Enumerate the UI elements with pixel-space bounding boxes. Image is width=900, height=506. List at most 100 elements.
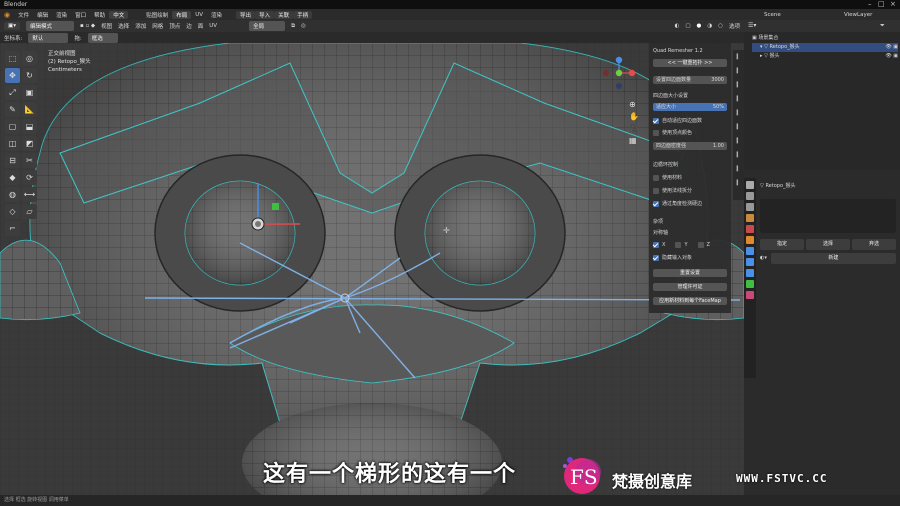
loop-cut-icon[interactable]: ⊟ xyxy=(5,153,20,168)
use-materials-checkbox[interactable]: 使用材料 xyxy=(653,174,727,182)
shrink-icon[interactable]: ◇ xyxy=(5,204,20,219)
remesh-button[interactable]: << 一键重拓扑 >> xyxy=(653,59,727,67)
menu-render[interactable]: 渲染 xyxy=(52,11,71,19)
menu-help[interactable]: 帮助 xyxy=(90,11,109,19)
deselect-button[interactable]: 弃选 xyxy=(852,239,896,250)
ortho-grid-icon[interactable]: ▦ xyxy=(629,135,639,147)
move-icon[interactable]: ✥ xyxy=(5,68,20,83)
menu-file[interactable]: 文件 xyxy=(14,11,33,19)
assign-button[interactable]: 指定 xyxy=(760,239,804,250)
outliner-type-icon[interactable]: ☰▾ xyxy=(748,22,756,29)
license-button[interactable]: 管理许可证 xyxy=(653,283,727,291)
maximize-icon[interactable]: □ xyxy=(878,0,885,9)
reset-settings-button[interactable]: 重置设置 xyxy=(653,269,727,277)
scale-icon[interactable]: ⤢ xyxy=(5,85,20,100)
handle-button[interactable]: 手柄 xyxy=(293,10,313,19)
scene-selector[interactable]: Scene xyxy=(760,12,840,18)
tool-tab-icon[interactable] xyxy=(746,181,754,189)
orientation-selector[interactable]: 默认 xyxy=(28,32,69,43)
menu-mesh[interactable]: 网格 xyxy=(152,22,163,30)
sidebar-tabs[interactable]: ▍ ▍ ▍ ▍ ▍ ▍ ▍ ▍ ▍ ▍ xyxy=(733,50,744,200)
annotate-icon[interactable]: ✎ xyxy=(5,102,20,117)
camera-icon[interactable]: 🎥 xyxy=(629,123,639,135)
zoom-icon[interactable]: ⊕ xyxy=(629,99,639,111)
vertex-group-list[interactable] xyxy=(760,199,896,233)
menu-vertex[interactable]: 顶点 xyxy=(169,22,180,30)
import-button[interactable]: 导入 xyxy=(255,10,275,19)
tab-layout[interactable]: 布局 xyxy=(172,10,192,19)
physics-tab-icon[interactable] xyxy=(746,269,754,277)
drag-selector[interactable]: 框选 xyxy=(87,32,118,43)
snap-icon[interactable]: ⧉ xyxy=(291,23,295,30)
transform-orientation[interactable]: 全局 xyxy=(249,21,286,31)
rotate-icon[interactable]: ↻ xyxy=(22,68,37,83)
shading-render-icon[interactable]: ○ xyxy=(718,23,723,29)
select-mode-icons[interactable]: ▪ ▫ ◆ xyxy=(80,23,95,29)
material-tab-icon[interactable] xyxy=(746,291,754,299)
extrude-icon[interactable]: ⬓ xyxy=(22,119,37,134)
add-cube-icon[interactable]: ▢ xyxy=(5,119,20,134)
menu-edge[interactable]: 边 xyxy=(186,22,192,30)
mode-selector[interactable]: 编辑模式 xyxy=(25,21,74,31)
menu-window[interactable]: 窗口 xyxy=(71,11,90,19)
close-icon[interactable]: × xyxy=(890,0,896,9)
measure-icon[interactable]: 📐 xyxy=(22,102,37,117)
shading-solid-icon[interactable]: ● xyxy=(697,23,702,29)
select-button[interactable]: 选择 xyxy=(806,239,850,250)
xray-icon[interactable]: ▢ xyxy=(685,23,690,29)
adaptive-size-slider[interactable]: 适应大小 50% xyxy=(653,103,727,111)
outliner-item-monkey[interactable]: ▸ ▽ 猴头 👁 ▣ xyxy=(752,52,898,61)
edge-slide-icon[interactable]: ⟷ xyxy=(22,187,37,202)
proportional-icon[interactable]: ◎ xyxy=(301,23,306,29)
detect-hard-edges-checkbox[interactable]: 通过角度检测硬边 xyxy=(653,200,727,208)
shading-material-icon[interactable]: ◑ xyxy=(707,23,712,29)
rip-icon[interactable]: ⌐ xyxy=(5,221,20,236)
poly-build-icon[interactable]: ◆ xyxy=(5,170,20,185)
menu-add[interactable]: 添加 xyxy=(135,22,146,30)
tab-render[interactable]: 渲染 xyxy=(207,11,226,19)
shear-icon[interactable]: ▱ xyxy=(22,204,37,219)
tab-uv[interactable]: UV xyxy=(191,12,207,18)
3d-viewport[interactable]: ✛ 正交前视图 (2) Retopo_猴头 Centimeters ⬚ ◎ ✥ ↻ … xyxy=(0,43,744,495)
hide-input-checkbox[interactable]: 隐藏输入对象 xyxy=(653,254,727,262)
options-button[interactable]: 选项 xyxy=(729,22,740,30)
tab-texture-paint[interactable]: 贴图绘制 xyxy=(142,11,172,19)
data-tab-icon[interactable] xyxy=(746,280,754,288)
navigation-gizmo[interactable] xyxy=(602,56,636,90)
inset-icon[interactable]: ◫ xyxy=(5,136,20,151)
menu-face[interactable]: 面 xyxy=(198,22,204,30)
facemap-button[interactable]: 应用新材料到每个FaceMap xyxy=(653,297,727,305)
target-count-field[interactable]: 设置四边面数量 3000 xyxy=(653,76,727,84)
scene-collection[interactable]: ▣ 场景集合 xyxy=(752,34,898,43)
object-tab-icon[interactable] xyxy=(746,236,754,244)
outliner-item-retopo[interactable]: ▾ ▽ Retopo_猴头 👁 ▣ xyxy=(752,43,898,52)
pan-hand-icon[interactable]: ✋ xyxy=(629,111,639,123)
vertex-color-checkbox[interactable]: 使用顶点颜色 xyxy=(653,129,727,137)
particles-tab-icon[interactable] xyxy=(746,258,754,266)
spin-icon[interactable]: ⟳ xyxy=(22,170,37,185)
scene-tab-icon[interactable] xyxy=(746,214,754,222)
menu-edit[interactable]: 编辑 xyxy=(33,11,52,19)
density-field[interactable]: 四边面密度强 1.00 xyxy=(653,142,727,150)
use-normals-checkbox[interactable]: 使用法线拆分 xyxy=(653,187,727,195)
editor-type-icon[interactable]: ▣▾ xyxy=(4,22,20,30)
export-button[interactable]: 导出 xyxy=(236,10,256,19)
overlay-icon[interactable]: ◐ xyxy=(675,23,680,29)
filter-icon[interactable]: ⏷ xyxy=(880,22,885,30)
axis-y-checkbox[interactable]: Y xyxy=(675,241,688,249)
axis-z-checkbox[interactable]: Z xyxy=(697,241,710,249)
world-tab-icon[interactable] xyxy=(746,225,754,233)
menu-uv[interactable]: UV xyxy=(209,23,217,29)
material-slot-icon[interactable]: ◐▾ xyxy=(760,254,767,263)
menu-view[interactable]: 视图 xyxy=(101,22,112,30)
modifier-tab-icon[interactable] xyxy=(746,247,754,255)
auto-adapt-checkbox[interactable]: 自动适应四边面数 xyxy=(653,117,727,125)
smooth-icon[interactable]: ◍ xyxy=(5,187,20,202)
minimize-icon[interactable]: – xyxy=(868,0,872,9)
link-button[interactable]: 关联 xyxy=(274,10,294,19)
blender-logo-icon[interactable]: ◉ xyxy=(0,11,14,19)
new-button[interactable]: 新建 xyxy=(770,253,896,264)
output-tab-icon[interactable] xyxy=(746,203,754,211)
select-box-icon[interactable]: ⬚ xyxy=(5,51,20,66)
menu-select[interactable]: 选择 xyxy=(118,22,129,30)
